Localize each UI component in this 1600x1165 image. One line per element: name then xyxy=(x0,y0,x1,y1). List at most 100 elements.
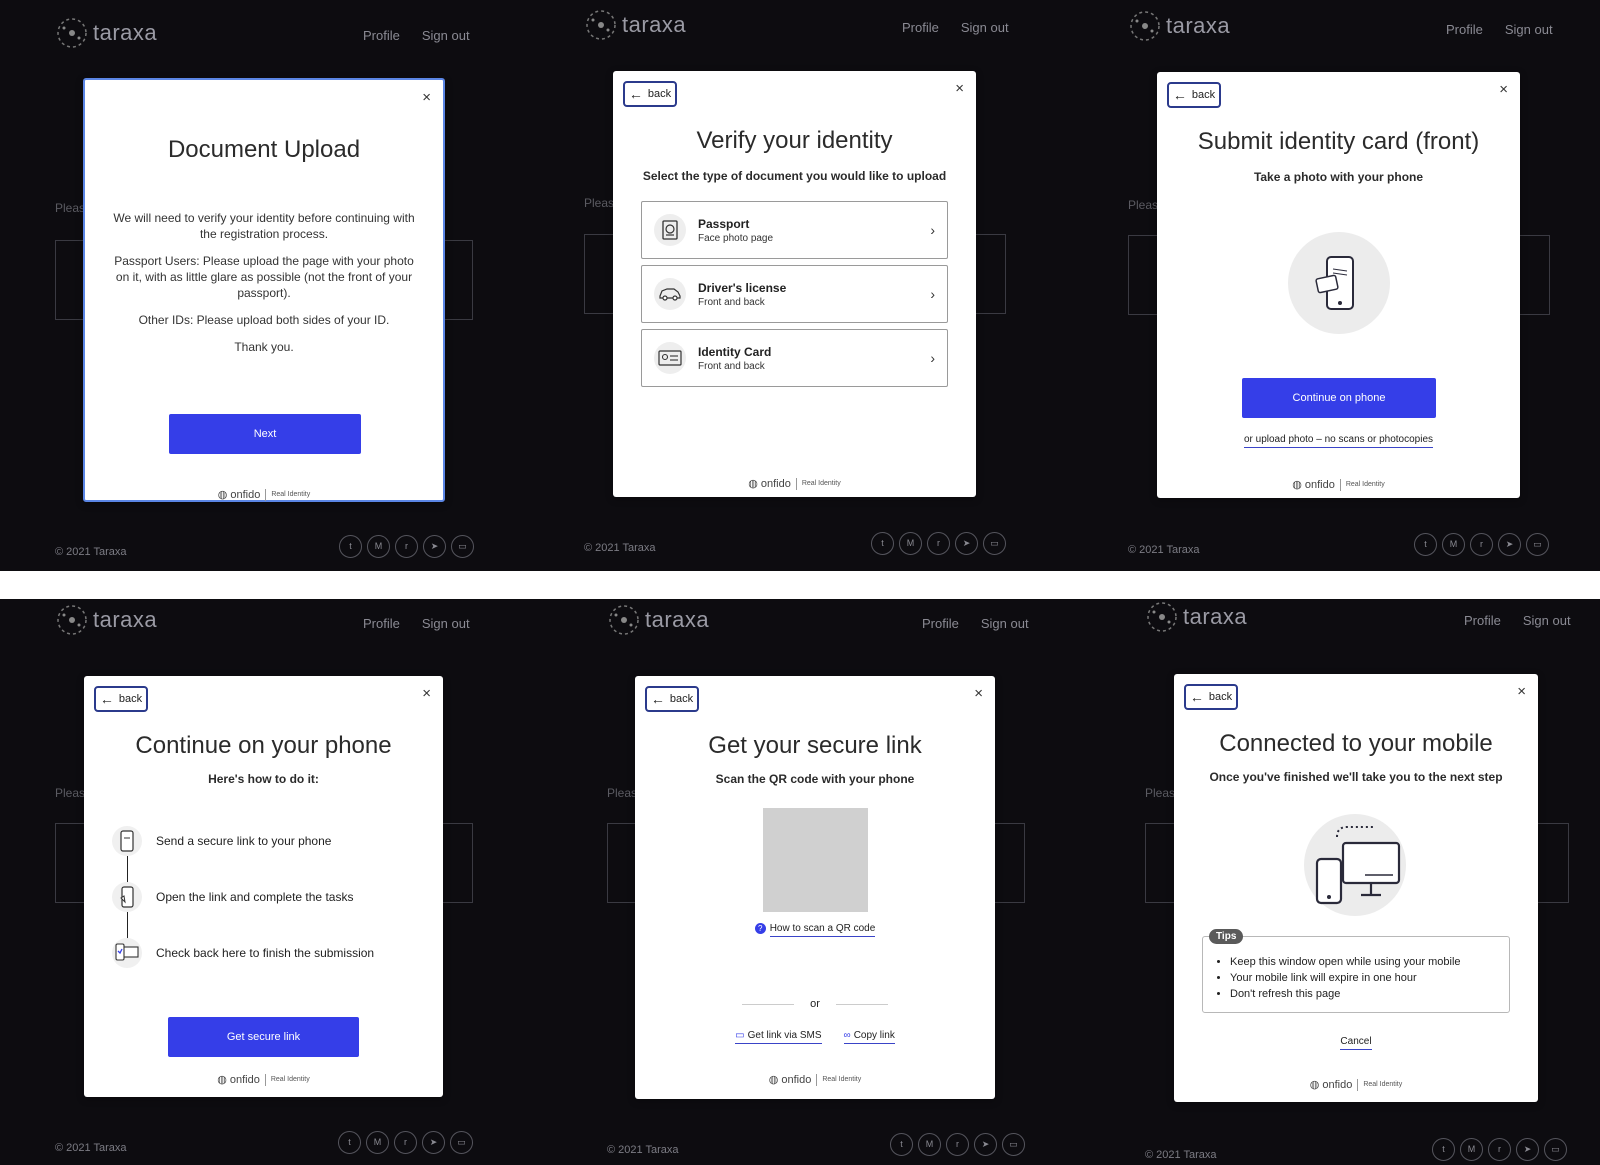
telegram-icon[interactable]: ➤ xyxy=(974,1133,997,1156)
tip-item: Your mobile link will expire in one hour xyxy=(1230,970,1509,986)
get-secure-link-button[interactable]: Get secure link xyxy=(168,1017,359,1057)
onfido-label: onfido xyxy=(230,488,261,501)
taraxa-logo[interactable]: taraxa xyxy=(607,603,709,637)
nav-sign-out[interactable]: Sign out xyxy=(1523,613,1571,628)
medium-icon[interactable]: M xyxy=(366,1131,389,1154)
get-link-sms[interactable]: ▭ Get link via SMS xyxy=(735,1030,822,1044)
reddit-icon[interactable]: r xyxy=(394,1131,417,1154)
social-links: t M r ➤ ▭ xyxy=(1432,1138,1567,1161)
tips-list: Keep this window open while using your m… xyxy=(1230,954,1509,1002)
back-button[interactable]: ← back xyxy=(94,686,148,712)
nav-sign-out[interactable]: Sign out xyxy=(1505,22,1553,37)
step-check-back: Check back here to finish the submission xyxy=(112,938,374,968)
nav-profile[interactable]: Profile xyxy=(902,20,939,35)
upload-photo-link-text[interactable]: or upload photo – no scans or photocopie… xyxy=(1243,434,1434,448)
twitter-icon[interactable]: t xyxy=(890,1133,913,1156)
discord-icon[interactable]: ▭ xyxy=(451,535,474,558)
medium-icon[interactable]: M xyxy=(899,532,922,555)
cancel-row: Cancel xyxy=(1174,1036,1538,1050)
taraxa-logo[interactable]: taraxa xyxy=(55,603,157,637)
divider-line xyxy=(835,1003,888,1005)
nav-sign-out[interactable]: Sign out xyxy=(422,28,470,43)
modal-title: Get your secure link xyxy=(708,732,922,759)
nav-profile[interactable]: Profile xyxy=(922,616,959,631)
medium-icon[interactable]: M xyxy=(367,535,390,558)
discord-icon[interactable]: ▭ xyxy=(450,1131,473,1154)
back-button[interactable]: ← back xyxy=(1184,684,1238,710)
copy-link[interactable]: ∞ Copy link xyxy=(843,1030,895,1044)
close-icon[interactable]: × xyxy=(1499,82,1508,97)
taraxa-logo[interactable]: taraxa xyxy=(1128,9,1230,43)
taraxa-logo-icon xyxy=(609,605,639,635)
discord-icon[interactable]: ▭ xyxy=(1002,1133,1025,1156)
tips-box: Tips Keep this window open while using y… xyxy=(1202,929,1510,1013)
passport-option[interactable]: Passport Face photo page › xyxy=(641,201,948,259)
taraxa-logo-icon xyxy=(1147,602,1177,632)
nav-profile[interactable]: Profile xyxy=(363,28,400,43)
discord-icon[interactable]: ▭ xyxy=(983,532,1006,555)
close-icon[interactable]: × xyxy=(1517,684,1526,699)
nav-profile[interactable]: Profile xyxy=(363,616,400,631)
tip-item: Don't refresh this page xyxy=(1230,986,1509,1002)
step-text: Send a secure link to your phone xyxy=(156,834,332,848)
reddit-icon[interactable]: r xyxy=(1488,1138,1511,1161)
how-to-scan-link[interactable]: ? How to scan a QR code xyxy=(754,923,876,937)
twitter-icon[interactable]: t xyxy=(871,532,894,555)
discord-icon[interactable]: ▭ xyxy=(1526,533,1549,556)
drivers-license-option[interactable]: Driver's license Front and back › xyxy=(641,265,948,323)
twitter-icon[interactable]: t xyxy=(339,535,362,558)
discord-icon[interactable]: ▭ xyxy=(1544,1138,1567,1161)
nav-profile[interactable]: Profile xyxy=(1446,22,1483,37)
telegram-icon[interactable]: ➤ xyxy=(422,1131,445,1154)
taraxa-logo[interactable]: taraxa xyxy=(584,8,686,42)
reddit-icon[interactable]: r xyxy=(946,1133,969,1156)
modal-title: Continue on your phone xyxy=(135,732,392,759)
twitter-icon[interactable]: t xyxy=(1414,533,1437,556)
telegram-icon[interactable]: ➤ xyxy=(1516,1138,1539,1161)
step-text: Open the link and complete the tasks xyxy=(156,890,354,904)
next-button[interactable]: Next xyxy=(169,414,361,454)
cancel-link[interactable]: Cancel xyxy=(1340,1036,1372,1050)
back-button[interactable]: ← back xyxy=(645,686,699,712)
back-button[interactable]: ← back xyxy=(623,81,677,107)
footer-separator xyxy=(264,1073,266,1086)
close-icon[interactable]: × xyxy=(955,81,964,96)
nav-sign-out[interactable]: Sign out xyxy=(981,616,1029,631)
modal-title: Document Upload xyxy=(167,136,361,163)
medium-icon[interactable]: M xyxy=(1442,533,1465,556)
twitter-icon[interactable]: t xyxy=(338,1131,361,1154)
passport-icon xyxy=(654,214,686,246)
telegram-icon[interactable]: ➤ xyxy=(955,532,978,555)
back-button[interactable]: ← back xyxy=(1167,82,1221,108)
secure-link-modal: ← back × Get your secure link Scan the QR… xyxy=(635,676,995,1099)
nav-sign-out[interactable]: Sign out xyxy=(961,20,1009,35)
top-nav: Profile Sign out xyxy=(1446,22,1553,37)
continue-on-phone-button[interactable]: Continue on phone xyxy=(1242,378,1436,418)
identity-card-option[interactable]: Identity Card Front and back › xyxy=(641,329,948,387)
reddit-icon[interactable]: r xyxy=(395,535,418,558)
taraxa-logo[interactable]: taraxa xyxy=(55,16,157,50)
onfido-icon: ◍ xyxy=(748,478,758,490)
medium-icon[interactable]: M xyxy=(918,1133,941,1156)
close-icon[interactable]: × xyxy=(422,90,431,105)
reddit-icon[interactable]: r xyxy=(1470,533,1493,556)
onfido-footer: ◍ onfido Real Identity xyxy=(635,1073,995,1086)
footer-separator xyxy=(795,477,797,490)
screen-submit-id-front: taraxa Profile Sign out Pleas © 2021 Tar… xyxy=(1064,0,1600,571)
real-identity-label: Real Identity xyxy=(270,1076,310,1083)
telegram-icon[interactable]: ➤ xyxy=(423,535,446,558)
option-name: Passport xyxy=(698,216,750,231)
phone-photo-illustration xyxy=(1288,232,1390,334)
reddit-icon[interactable]: r xyxy=(927,532,950,555)
modal-subtitle: Scan the QR code with your phone xyxy=(715,772,915,786)
option-name: Identity Card xyxy=(698,344,772,359)
close-icon[interactable]: × xyxy=(422,686,431,701)
close-icon[interactable]: × xyxy=(974,686,983,701)
nav-profile[interactable]: Profile xyxy=(1464,613,1501,628)
medium-icon[interactable]: M xyxy=(1460,1138,1483,1161)
nav-sign-out[interactable]: Sign out xyxy=(422,616,470,631)
telegram-icon[interactable]: ➤ xyxy=(1498,533,1521,556)
taraxa-logo[interactable]: taraxa xyxy=(1145,600,1247,634)
twitter-icon[interactable]: t xyxy=(1432,1138,1455,1161)
car-icon xyxy=(654,278,686,310)
